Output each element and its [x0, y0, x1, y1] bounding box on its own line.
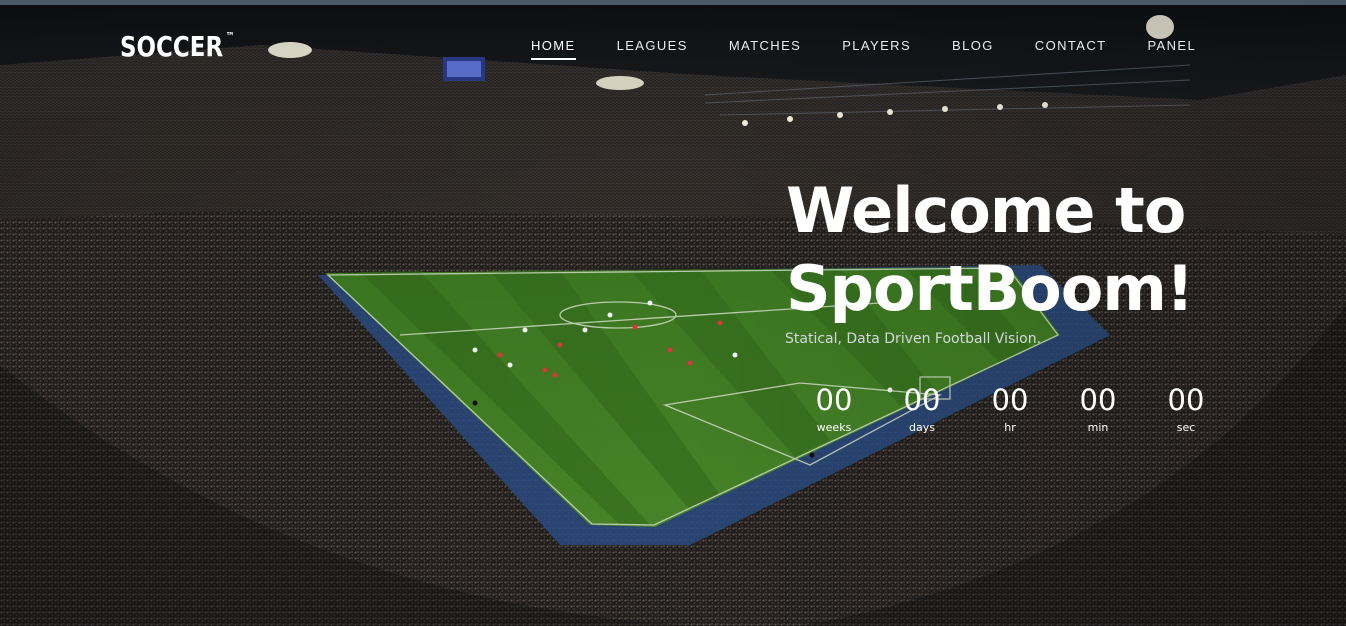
countdown-days: 00 days [878, 382, 966, 435]
countdown-seconds-label: sec [1176, 421, 1196, 434]
nav-panel-link[interactable]: PANEL [1147, 38, 1196, 60]
countdown-days-value: 00 [903, 383, 941, 417]
page: SOCCER ™ HOME LEAGUES MATCHES PLAYERS BLO… [0, 0, 1346, 626]
countdown-days-label: days [909, 421, 935, 434]
nav-blog-link[interactable]: BLOG [952, 38, 994, 60]
countdown-weeks-label: weeks [816, 421, 852, 434]
countdown-minutes-value: 00 [1079, 383, 1117, 417]
countdown-hours-value: 00 [991, 383, 1029, 417]
countdown-minutes: 00 min [1054, 382, 1142, 435]
trademark-symbol: ™ [225, 30, 235, 43]
main-navigation: HOME LEAGUES MATCHES PLAYERS BLOG CONTAC… [531, 38, 1237, 60]
hero-title-line-2: SportBoom! [786, 252, 1194, 325]
hero-title-line-1: Welcome to [786, 174, 1186, 247]
nav-players-link[interactable]: PLAYERS [842, 38, 911, 60]
countdown-weeks: 00 weeks [790, 382, 878, 435]
countdown-timer: 00 weeks 00 days 00 hr 00 min 00 sec [790, 382, 1230, 435]
countdown-seconds: 00 sec [1142, 382, 1230, 435]
countdown-hours-label: hr [1004, 421, 1016, 434]
countdown-hours: 00 hr [966, 382, 1054, 435]
logo-text: SOCCER [120, 30, 224, 63]
site-logo[interactable]: SOCCER ™ [120, 30, 235, 63]
nav-matches-link[interactable]: MATCHES [729, 38, 801, 60]
nav-home-link[interactable]: HOME [531, 38, 576, 60]
nav-contact-link[interactable]: CONTACT [1035, 38, 1107, 60]
hero-title: Welcome to SportBoom! [786, 172, 1326, 328]
countdown-weeks-value: 00 [815, 383, 853, 417]
nav-leagues-link[interactable]: LEAGUES [617, 38, 688, 60]
countdown-minutes-label: min [1087, 421, 1109, 434]
browser-top-strip [0, 0, 1346, 5]
countdown-seconds-value: 00 [1167, 383, 1205, 417]
hero-subtitle: Statical, Data Driven Football Vision. [785, 331, 1042, 347]
